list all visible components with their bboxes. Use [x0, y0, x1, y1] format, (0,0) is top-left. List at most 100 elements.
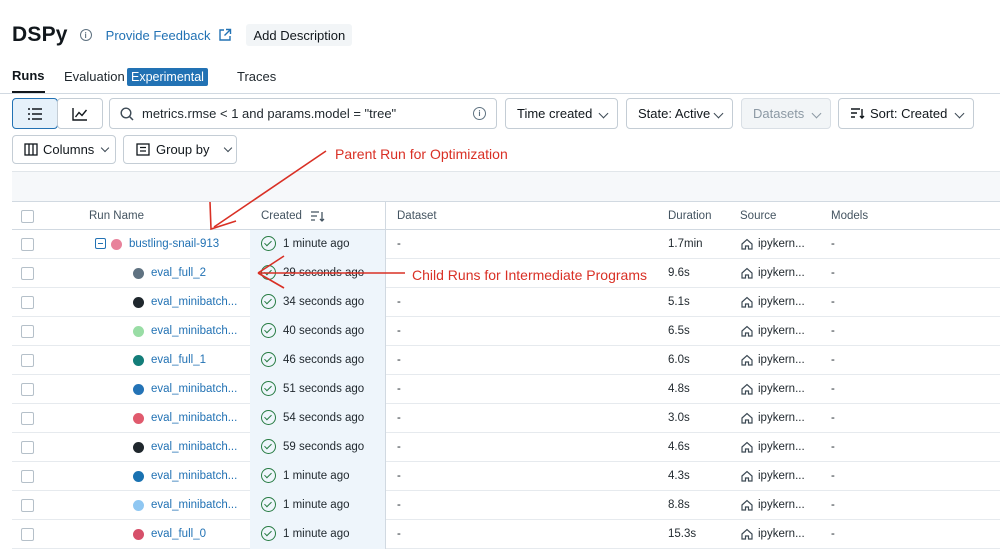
row-checkbox[interactable] [21, 441, 34, 454]
row-checkbox[interactable] [21, 470, 34, 483]
row-checkbox[interactable] [21, 499, 34, 512]
table-row[interactable]: eval_minibatch...51 seconds ago-4.8sipyk… [12, 375, 1000, 404]
run-name-link[interactable]: eval_full_0 [151, 520, 206, 548]
run-name-link[interactable]: eval_minibatch... [151, 433, 237, 461]
sort-descending-icon[interactable] [310, 210, 325, 223]
columns-button[interactable]: Columns [12, 135, 116, 164]
source-link[interactable]: ipykern... [758, 404, 805, 432]
run-color-dot[interactable] [133, 268, 144, 279]
run-color-dot[interactable] [133, 471, 144, 482]
notebook-source-icon [741, 325, 753, 337]
source-link[interactable]: ipykern... [758, 462, 805, 490]
column-divider [385, 288, 386, 317]
source-link[interactable]: ipykern... [758, 288, 805, 316]
chevron-down-icon [714, 109, 724, 119]
run-color-dot[interactable] [133, 384, 144, 395]
duration-value: 4.6s [668, 433, 690, 461]
table-row[interactable]: eval_minibatch...40 seconds ago-6.5sipyk… [12, 317, 1000, 346]
source-link[interactable]: ipykern... [758, 317, 805, 345]
dataset-value: - [397, 230, 401, 258]
runs-search-input[interactable]: metrics.rmse < 1 and params.model = "tre… [109, 98, 497, 129]
run-color-dot[interactable] [133, 355, 144, 366]
group-icon [136, 143, 150, 156]
header-duration[interactable]: Duration [668, 202, 711, 230]
search-info-icon[interactable]: i [473, 107, 486, 120]
run-name-link[interactable]: eval_minibatch... [151, 404, 237, 432]
table-row[interactable]: eval_minibatch...1 minute ago-8.8sipyker… [12, 491, 1000, 520]
run-name-link[interactable]: eval_minibatch... [151, 491, 237, 519]
collapse-icon[interactable] [95, 238, 106, 249]
run-name-link[interactable]: eval_minibatch... [151, 288, 237, 316]
run-color-dot[interactable] [133, 413, 144, 424]
info-icon[interactable]: i [80, 29, 92, 41]
sort-dropdown[interactable]: Sort: Created [838, 98, 974, 129]
table-row[interactable]: eval_minibatch...34 seconds ago-5.1sipyk… [12, 288, 1000, 317]
run-color-dot[interactable] [133, 529, 144, 540]
source-link[interactable]: ipykern... [758, 491, 805, 519]
group-by-button[interactable]: Group by [123, 135, 237, 164]
run-color-dot[interactable] [133, 500, 144, 511]
run-name-link[interactable]: bustling-snail-913 [129, 230, 219, 258]
add-description-button[interactable]: Add Description [246, 24, 352, 46]
row-checkbox[interactable] [21, 296, 34, 309]
state-dropdown[interactable]: State: Active [626, 98, 733, 129]
header-source[interactable]: Source [740, 202, 776, 230]
header-created[interactable]: Created [261, 202, 302, 230]
header-dataset[interactable]: Dataset [397, 202, 437, 230]
provide-feedback-link[interactable]: Provide Feedback [106, 28, 211, 43]
run-name-link[interactable]: eval_minibatch... [151, 462, 237, 490]
models-value: - [831, 259, 835, 287]
table-row[interactable]: eval_minibatch...59 seconds ago-4.6sipyk… [12, 433, 1000, 462]
header-run-name[interactable]: Run Name [89, 202, 144, 230]
dataset-value: - [397, 404, 401, 432]
row-checkbox[interactable] [21, 383, 34, 396]
row-checkbox[interactable] [21, 267, 34, 280]
header-models[interactable]: Models [831, 202, 868, 230]
created-time: 34 seconds ago [283, 288, 364, 316]
source-link[interactable]: ipykern... [758, 230, 805, 258]
select-all-checkbox[interactable] [21, 210, 34, 223]
list-icon [27, 107, 43, 121]
chart-view-button[interactable] [57, 98, 103, 129]
row-checkbox[interactable] [21, 325, 34, 338]
time-created-dropdown[interactable]: Time created [505, 98, 618, 129]
columns-label: Columns [43, 142, 94, 157]
row-checkbox[interactable] [21, 238, 34, 251]
source-link[interactable]: ipykern... [758, 259, 805, 287]
list-view-button[interactable] [12, 98, 58, 129]
row-checkbox[interactable] [21, 412, 34, 425]
run-name-link[interactable]: eval_minibatch... [151, 317, 237, 345]
run-color-dot[interactable] [133, 297, 144, 308]
column-divider [385, 520, 386, 549]
tab-evaluation[interactable]: Evaluation [64, 68, 125, 86]
source-link[interactable]: ipykern... [758, 375, 805, 403]
run-color-dot[interactable] [133, 326, 144, 337]
dataset-value: - [397, 317, 401, 345]
run-name-link[interactable]: eval_full_1 [151, 346, 206, 374]
source-link[interactable]: ipykern... [758, 433, 805, 461]
table-row[interactable]: eval_full_146 seconds ago-6.0sipykern...… [12, 346, 1000, 375]
dataset-value: - [397, 491, 401, 519]
chevron-down-icon [224, 143, 232, 151]
source-link[interactable]: ipykern... [758, 520, 805, 548]
duration-value: 3.0s [668, 404, 690, 432]
run-color-dot[interactable] [111, 239, 122, 250]
row-checkbox[interactable] [21, 528, 34, 541]
table-row[interactable]: bustling-snail-9131 minute ago-1.7minipy… [12, 230, 1000, 259]
row-checkbox[interactable] [21, 354, 34, 367]
external-link-icon[interactable] [218, 28, 232, 42]
source-link[interactable]: ipykern... [758, 346, 805, 374]
time-created-label: Time created [517, 106, 592, 121]
tab-runs[interactable]: Runs [12, 66, 45, 86]
datasets-dropdown[interactable]: Datasets [741, 98, 831, 129]
run-name-link[interactable]: eval_full_2 [151, 259, 206, 287]
run-color-dot[interactable] [133, 442, 144, 453]
notebook-source-icon [741, 296, 753, 308]
run-name-link[interactable]: eval_minibatch... [151, 375, 237, 403]
table-row[interactable]: eval_minibatch...1 minute ago-4.3sipyker… [12, 462, 1000, 491]
tab-traces[interactable]: Traces [237, 68, 276, 86]
table-row[interactable]: eval_full_01 minute ago-15.3sipykern...- [12, 520, 1000, 549]
created-time: 51 seconds ago [283, 375, 364, 403]
models-value: - [831, 346, 835, 374]
table-row[interactable]: eval_minibatch...54 seconds ago-3.0sipyk… [12, 404, 1000, 433]
